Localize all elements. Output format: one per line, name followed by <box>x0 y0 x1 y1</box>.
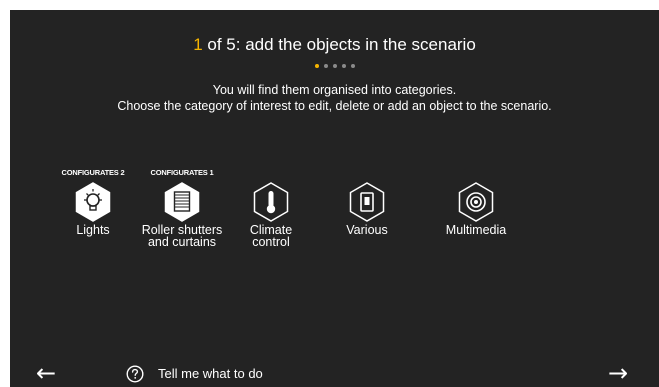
pager-dot-3 <box>332 64 337 68</box>
configured-count-badge <box>228 167 314 179</box>
pager-dot-1 <box>314 64 319 68</box>
back-arrow-button[interactable]: ← <box>36 361 56 385</box>
step-title: 1 of 5: add the objects in the scenario <box>10 35 659 55</box>
category-lights[interactable]: CONFIGURATES 2 Lights <box>50 167 136 236</box>
question-circle-icon <box>126 365 144 383</box>
switch-icon <box>349 182 385 222</box>
category-multimedia[interactable]: Multimedia <box>433 167 519 236</box>
category-label: Roller shutters and curtains <box>141 223 223 249</box>
category-label: Lights <box>76 223 110 237</box>
instructions: You will find them organised into catego… <box>10 82 659 114</box>
help-label: Tell me what to do <box>158 366 263 381</box>
configured-count-badge: CONFIGURATES 2 <box>61 168 125 177</box>
category-label: Climate control <box>249 223 293 249</box>
category-various[interactable]: Various <box>324 167 410 236</box>
step-pager <box>10 64 659 68</box>
lightbulb-icon <box>75 182 111 222</box>
next-arrow-button[interactable]: → <box>608 361 628 385</box>
category-label: Multimedia <box>445 223 507 237</box>
configured-count-badge: CONFIGURATES 1 <box>150 168 214 177</box>
step-title-text: of 5: add the objects in the scenario <box>202 35 476 54</box>
configured-count-badge <box>433 167 519 179</box>
speaker-icon <box>458 182 494 222</box>
roller-shutter-icon <box>164 182 200 222</box>
category-label: Various <box>346 223 388 237</box>
pager-dot-2 <box>323 64 328 68</box>
category-roller-shutters[interactable]: CONFIGURATES 1 Roller shutters and curta… <box>139 167 225 248</box>
help-button[interactable]: Tell me what to do <box>126 365 263 383</box>
instructions-line-2: Choose the category of interest to edit,… <box>117 99 552 113</box>
pager-dot-5 <box>350 64 355 68</box>
category-climate-control[interactable]: Climate control <box>228 167 314 248</box>
step-number: 1 <box>193 35 203 54</box>
configured-count-badge <box>324 167 410 179</box>
scenario-wizard-screen: 1 of 5: add the objects in the scenario … <box>10 10 659 387</box>
pager-dot-4 <box>341 64 346 68</box>
instructions-line-1: You will find them organised into catego… <box>212 83 457 97</box>
thermometer-icon <box>253 182 289 222</box>
